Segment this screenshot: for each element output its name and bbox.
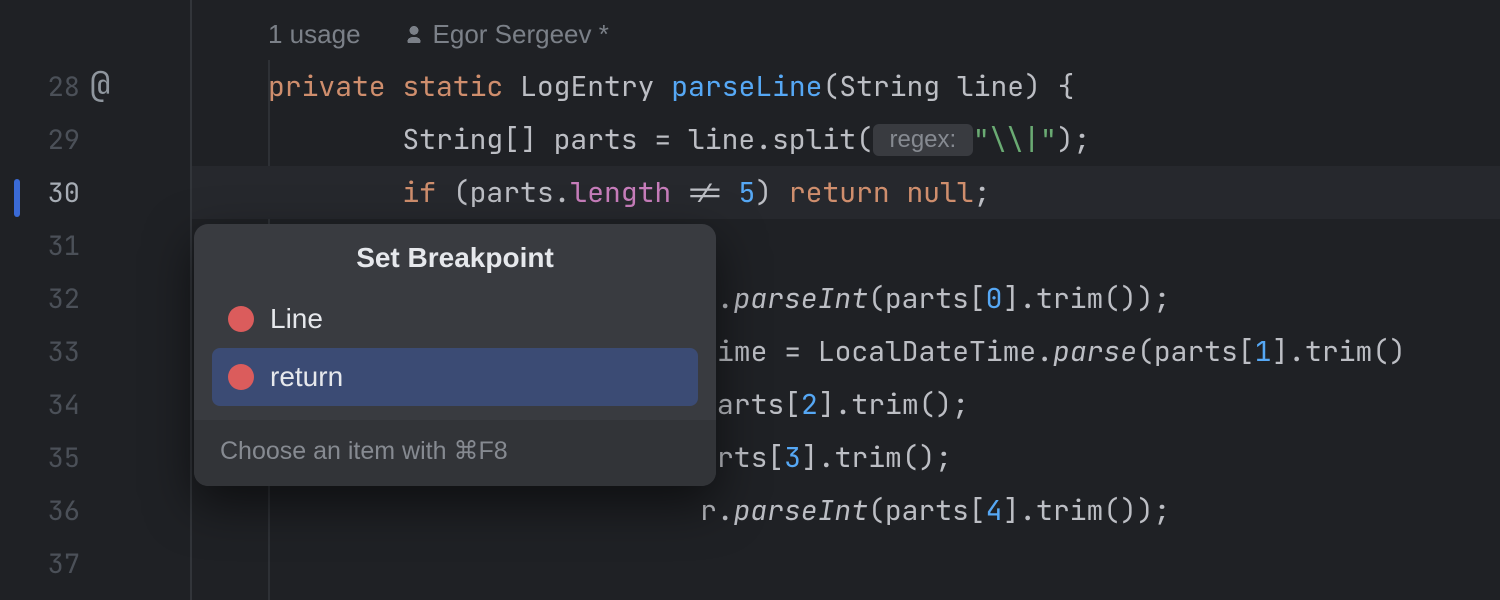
line-number[interactable]: 31 bbox=[0, 219, 190, 272]
code-line[interactable]: String[] parts = line.split( regex: "\\|… bbox=[192, 113, 1500, 166]
line-number[interactable]: 32 bbox=[0, 272, 190, 325]
author-name: Egor Sergeev * bbox=[433, 19, 609, 50]
token-keyword: private bbox=[268, 68, 386, 105]
line-number[interactable]: 36 bbox=[0, 484, 190, 537]
breakpoint-icon bbox=[228, 306, 254, 332]
gutter[interactable]: @ 28 29 30 31 32 33 34 35 36 37 bbox=[0, 0, 190, 600]
line-number[interactable]: 29 bbox=[0, 113, 190, 166]
token-plain: (String line) { bbox=[822, 68, 1074, 105]
code-line[interactable]: private static LogEntry parseLine(String… bbox=[192, 60, 1500, 113]
popup-items: Line return bbox=[194, 290, 716, 420]
token-string: "\\|" bbox=[973, 121, 1057, 158]
token-plain: ; bbox=[974, 174, 991, 211]
line-number[interactable]: 37 bbox=[0, 537, 190, 590]
active-line-marker bbox=[14, 179, 20, 217]
token-keyword: return bbox=[789, 174, 890, 211]
parameter-hint: regex: bbox=[873, 124, 973, 156]
line-number[interactable]: 33 bbox=[0, 325, 190, 378]
person-icon bbox=[405, 25, 423, 43]
token-keyword: if bbox=[268, 174, 453, 211]
inlay-hints: 1 usage Egor Sergeev * bbox=[192, 8, 1500, 60]
token-plain: r. bbox=[700, 492, 734, 529]
code-line[interactable] bbox=[192, 537, 1500, 590]
token-number: 4 bbox=[986, 492, 1003, 529]
code-editor: @ 28 29 30 31 32 33 34 35 36 37 1 usage … bbox=[0, 0, 1500, 600]
line-number[interactable]: 35 bbox=[0, 431, 190, 484]
token-plain: ].trim() bbox=[1271, 333, 1405, 370]
line-number[interactable]: 30 bbox=[0, 166, 190, 219]
token-field: length bbox=[570, 174, 671, 211]
token-number: 0 bbox=[986, 280, 1003, 317]
usages-hint[interactable]: 1 usage bbox=[268, 19, 361, 50]
token-plain: ].trim()); bbox=[1002, 280, 1170, 317]
token-function: parseLine bbox=[671, 68, 822, 105]
token-plain: ].trim()); bbox=[1002, 492, 1170, 529]
option-label: Line bbox=[270, 303, 323, 335]
breakpoint-popup: Set Breakpoint Line return Choose an ite… bbox=[194, 224, 716, 486]
line-number[interactable]: 34 bbox=[0, 378, 190, 431]
popup-title: Set Breakpoint bbox=[194, 224, 716, 290]
token-plain: (parts[ bbox=[1137, 333, 1255, 370]
token-static: parseInt bbox=[734, 492, 868, 529]
token-plain: ime = LocalDateTime. bbox=[717, 333, 1053, 370]
token-type: LogEntry bbox=[520, 68, 654, 105]
breakpoint-icon bbox=[228, 364, 254, 390]
token-plain: ); bbox=[1057, 121, 1091, 158]
popup-hint: Choose an item with ⌘F8 bbox=[194, 420, 716, 486]
token-plain: ].trim(); bbox=[801, 439, 952, 476]
breakpoint-option-return[interactable]: return bbox=[212, 348, 698, 406]
token-number: 2 bbox=[801, 386, 818, 423]
breakpoint-option-line[interactable]: Line bbox=[212, 290, 698, 348]
token-plain: ) bbox=[755, 174, 789, 211]
option-label: return bbox=[270, 361, 343, 393]
code-line-active[interactable]: if (parts.length != 5) return null; bbox=[192, 166, 1500, 219]
override-icon[interactable]: @ bbox=[90, 62, 110, 107]
token-plain: != bbox=[671, 174, 738, 211]
token-number: 1 bbox=[1255, 333, 1272, 370]
token-plain: ].trim(); bbox=[818, 386, 969, 423]
token-plain: (parts[ bbox=[868, 280, 986, 317]
token-plain: (parts. bbox=[453, 174, 571, 211]
token-keyword: null bbox=[890, 174, 974, 211]
token-keyword: static bbox=[402, 68, 503, 105]
token-plain: String[] parts = line.split( bbox=[268, 121, 873, 158]
token-plain: rts[ bbox=[717, 439, 784, 476]
code-line[interactable]: r.parseInt(parts[4].trim()); bbox=[192, 484, 1500, 537]
token-plain: arts[ bbox=[717, 386, 801, 423]
token-number: 3 bbox=[784, 439, 801, 476]
token-number: 5 bbox=[738, 174, 755, 211]
token-static: parse bbox=[1053, 333, 1137, 370]
token-static: parseInt bbox=[734, 280, 868, 317]
token-plain: (parts[ bbox=[868, 492, 986, 529]
author-hint[interactable]: Egor Sergeev * bbox=[405, 19, 609, 50]
